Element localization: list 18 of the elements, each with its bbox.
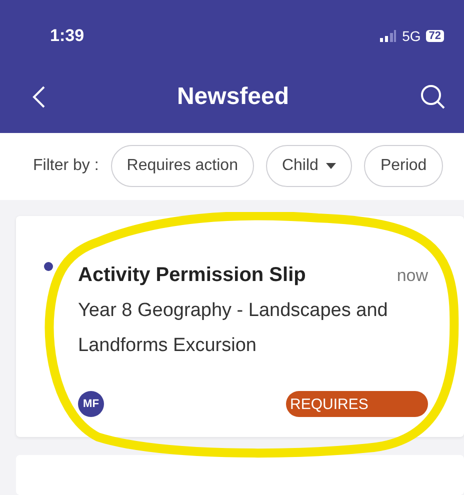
caret-icon (326, 163, 336, 170)
card-time: now (396, 266, 428, 286)
filter-chip[interactable]: Requires action (110, 145, 254, 188)
page-title: Newsfeed (176, 83, 290, 112)
filter-chip[interactable]: Child (266, 145, 352, 188)
network-label: 5G (402, 28, 421, 44)
card-title: Activity Permission Slip (78, 264, 306, 287)
filter-label: Filter by : (33, 157, 99, 176)
signal-icon (379, 30, 398, 42)
search-icon[interactable] (420, 84, 446, 110)
status-badge: REQUIRES (286, 391, 428, 417)
back-icon[interactable] (32, 85, 46, 110)
battery-level: 72 (426, 30, 444, 42)
avatar-initials: MF (78, 391, 104, 417)
filter-chip[interactable]: Period (364, 145, 443, 188)
card-description: Year 8 Geography - Landscapes and Landforms Excursion (78, 299, 389, 358)
status-time: 1:39 (50, 26, 84, 46)
feed-card[interactable]: Activity Permission Slip now Year 8 Geography - Landscapes and Landforms Excursion MF REQUIRES (16, 216, 464, 437)
